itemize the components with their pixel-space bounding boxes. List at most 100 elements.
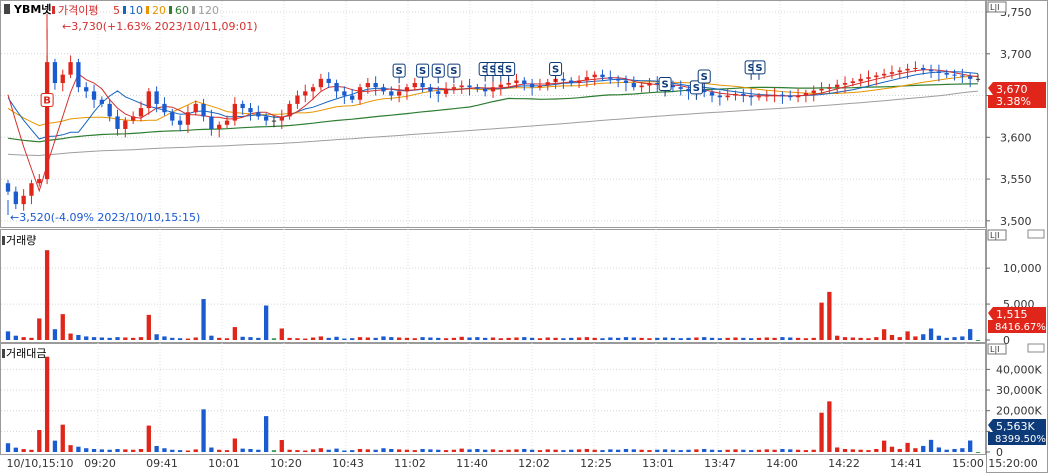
time-tick-label: 11:40: [456, 457, 488, 470]
time-tick-label: 14:41: [890, 457, 922, 470]
volume-bar: [404, 337, 410, 340]
amount-title: 거래대금: [6, 347, 46, 360]
candle-body: [436, 91, 441, 94]
volume-bar: [921, 334, 926, 340]
amount-bar: [592, 449, 597, 452]
amount-bar: [263, 416, 269, 452]
volume-bar: [717, 338, 723, 340]
candle-body: [248, 108, 253, 113]
amount-bar: [835, 447, 840, 452]
amount-bar: [921, 445, 926, 452]
collapse-icon[interactable]: [4, 4, 10, 14]
candle-body: [475, 87, 480, 89]
volume-bar: [381, 336, 386, 340]
amount-bar: [76, 446, 81, 452]
volume-bar: [303, 338, 308, 340]
volume-bar: [232, 327, 238, 340]
volume-bar: [342, 338, 347, 340]
time-tick-label: 15:20:00: [988, 457, 1037, 470]
volume-bar: [248, 337, 253, 340]
candle-body: [631, 83, 636, 88]
amount-bar: [5, 443, 11, 452]
amount-bar: [177, 450, 183, 452]
volume-tick-label: 10,000: [1003, 262, 1042, 275]
volume-bar: [756, 337, 762, 340]
volume-axis-toggle[interactable]: L|I: [987, 229, 1007, 241]
time-tick-label: 09:20: [84, 457, 116, 470]
candle-body: [263, 116, 269, 121]
volume-bar: [522, 337, 527, 340]
amount-axis-toggle[interactable]: L|I: [987, 343, 1007, 355]
legend-ma120-swatch: [192, 6, 195, 14]
candle-body: [592, 74, 597, 78]
volume-bar: [545, 337, 550, 340]
legend-ma60: 60: [175, 4, 189, 17]
volume-bar: [858, 337, 863, 340]
candle-body: [483, 88, 488, 92]
volume-bar: [84, 336, 89, 340]
candle-body: [193, 103, 198, 113]
amount-bar: [217, 449, 222, 452]
candle-body: [514, 80, 519, 84]
candle-body: [795, 95, 801, 98]
candle-body: [396, 91, 402, 96]
candle-body: [725, 95, 730, 98]
candle-body: [5, 183, 11, 192]
amount-bar: [702, 448, 707, 452]
candle-body: [936, 71, 942, 73]
volume-bar: [592, 337, 597, 340]
time-tick-label: 13:01: [642, 457, 674, 470]
volume-bar: [115, 337, 120, 340]
amount-bar: [968, 440, 973, 452]
volume-bar: [310, 337, 316, 340]
volume-bar: [13, 335, 18, 340]
candle-body: [616, 78, 621, 81]
amount-bar: [334, 448, 339, 452]
candle-body: [952, 74, 957, 76]
candle-body: [741, 93, 746, 96]
volume-bar: [99, 337, 105, 340]
amount-bar: [84, 448, 89, 452]
price-tick-label: 3,700: [1000, 48, 1032, 61]
volume-bar: [326, 337, 331, 340]
volume-bar: [420, 337, 425, 340]
legend-ma10: 10: [129, 4, 143, 17]
candle-body: [451, 87, 457, 89]
candle-body: [138, 108, 144, 117]
candle-body: [709, 92, 715, 96]
amount-bar: [310, 449, 316, 452]
volume-bar: [29, 337, 34, 340]
amount-bar: [686, 449, 691, 452]
amount-bar: [154, 445, 159, 452]
amount-bar: [396, 449, 402, 452]
amount-bar: [185, 450, 191, 452]
volume-bar: [138, 337, 144, 340]
amount-bar: [107, 449, 112, 452]
amount-collapse-icon[interactable]: [2, 349, 5, 358]
amount-bar: [928, 439, 934, 452]
candle-body: [443, 88, 449, 94]
amount-bar: [748, 450, 754, 452]
candle-body: [170, 112, 175, 121]
amount-bar: [764, 449, 769, 452]
amount-bar: [318, 448, 324, 452]
volume-bar: [37, 318, 42, 340]
stock-chart: BSSSSSSSSSSSSSS 3,7503,7003,6503,6003,55…: [0, 0, 1048, 473]
price-tick-label: 3,500: [1000, 215, 1032, 228]
candle-body: [60, 74, 65, 84]
candle-body: [91, 91, 97, 100]
amount-bar: [68, 445, 73, 452]
amount-bar: [389, 448, 394, 452]
volume-bar: [52, 329, 58, 340]
candle-body: [748, 95, 754, 98]
volume-bar: [154, 334, 159, 340]
volume-bar: [561, 338, 566, 340]
legend-swatch-icon: [52, 6, 55, 14]
volume-bar: [897, 337, 902, 340]
volume-collapse-icon[interactable]: [2, 236, 5, 245]
candle-body: [13, 191, 18, 205]
amount-bar: [146, 425, 151, 452]
volume-bar: [131, 337, 136, 340]
amount-tick-label: 40,000K: [996, 363, 1042, 376]
price-axis-toggle[interactable]: L|I: [987, 1, 1007, 13]
